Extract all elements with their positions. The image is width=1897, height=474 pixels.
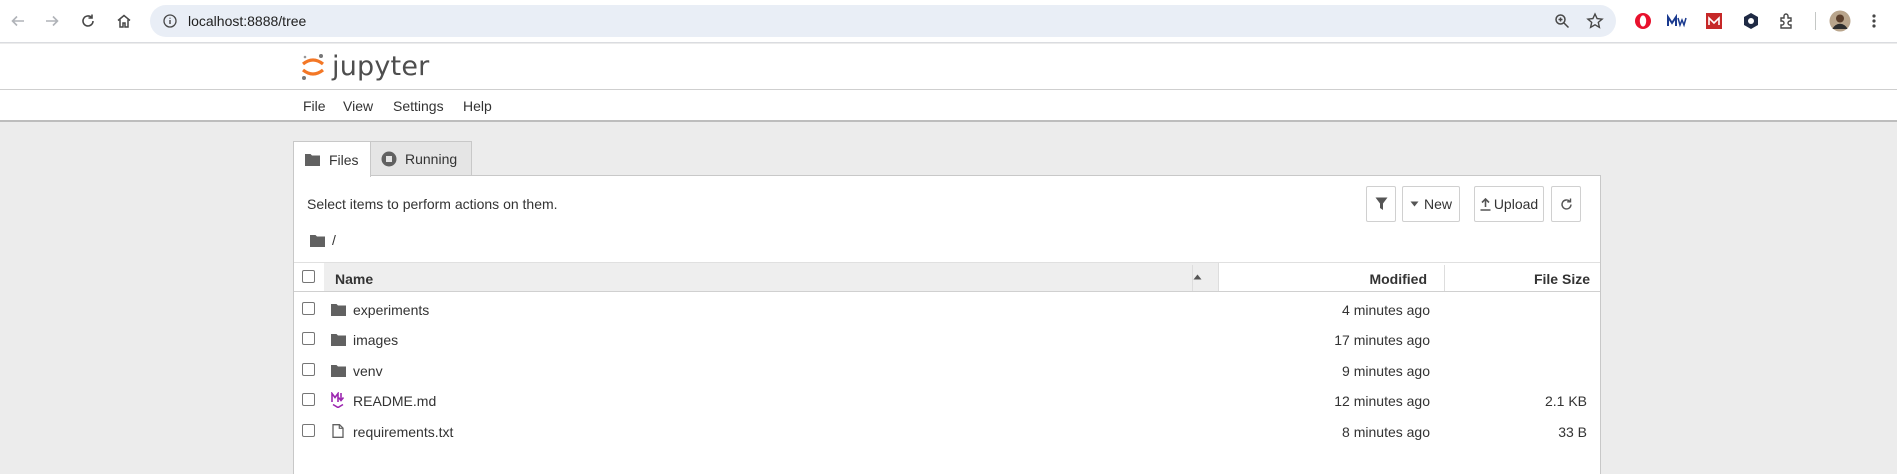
browser-toolbar: localhost:8888/tree [0, 0, 1897, 43]
refresh-button[interactable] [1551, 186, 1581, 222]
address-bar[interactable]: localhost:8888/tree [150, 5, 1616, 37]
list-item[interactable]: experiments 4 minutes ago [294, 294, 1600, 324]
zoom-icon[interactable] [1554, 13, 1570, 29]
refresh-icon [1560, 198, 1572, 210]
file-modified: 8 minutes ago [1342, 424, 1430, 440]
tab-running-label: Running [405, 151, 458, 167]
file-size: 33 B [1558, 424, 1587, 440]
column-resize-handle[interactable] [1444, 265, 1445, 291]
site-info-icon[interactable] [163, 14, 177, 28]
name-column-header[interactable]: Name [324, 263, 1219, 291]
file-list-header: Name Modified File Size [294, 262, 1600, 292]
list-item[interactable]: images 17 minutes ago [294, 324, 1600, 354]
bookmark-star-icon[interactable] [1586, 12, 1604, 30]
filter-icon [1375, 197, 1387, 210]
forward-button[interactable] [40, 9, 64, 33]
stop-circle-icon [381, 151, 397, 167]
markdown-icon [330, 392, 346, 408]
caret-down-icon [1410, 201, 1419, 207]
modified-column-header[interactable]: Modified [1369, 271, 1427, 287]
mw-extension-icon[interactable] [1666, 10, 1688, 32]
file-modified: 4 minutes ago [1342, 302, 1430, 318]
back-button[interactable] [6, 9, 30, 33]
file-name[interactable]: experiments [353, 302, 429, 318]
menu-settings[interactable]: Settings [393, 98, 444, 114]
upload-icon [1480, 197, 1491, 211]
filter-button[interactable] [1366, 186, 1396, 222]
size-column-header[interactable]: File Size [1534, 271, 1590, 287]
list-item[interactable]: requirements.txt 8 minutes ago 33 B [294, 416, 1600, 446]
column-resize-handle[interactable] [1192, 265, 1193, 291]
toolbar-divider [1815, 12, 1816, 30]
file-size: 2.1 KB [1544, 393, 1587, 409]
menu-file[interactable]: File [303, 98, 326, 114]
list-item[interactable]: venv 9 minutes ago [294, 355, 1600, 385]
url-text[interactable]: localhost:8888/tree [188, 13, 306, 29]
row-checkbox[interactable] [302, 302, 315, 315]
tab-files[interactable]: Files [293, 141, 371, 177]
reload-button[interactable] [76, 9, 100, 33]
new-button-label: New [1423, 196, 1452, 212]
red-grid-extension-icon[interactable] [1703, 10, 1725, 32]
back-arrow-icon [11, 15, 24, 27]
jupyter-logo-icon[interactable] [300, 52, 326, 82]
tab-files-label: Files [329, 151, 359, 168]
name-column-label: Name [335, 271, 374, 287]
row-checkbox[interactable] [302, 424, 315, 437]
home-folder-icon[interactable] [310, 234, 325, 247]
home-button[interactable] [112, 9, 136, 33]
text-file-icon [330, 424, 346, 438]
menu-help[interactable]: Help [463, 98, 492, 114]
list-item[interactable]: README.md 12 minutes ago 2.1 KB [294, 385, 1600, 415]
file-browser-panel: Select items to perform actions on them.… [293, 175, 1601, 474]
new-button[interactable]: New [1402, 186, 1460, 222]
select-all-checkbox[interactable] [302, 270, 315, 283]
profile-avatar[interactable] [1829, 10, 1851, 32]
folder-icon [330, 302, 346, 316]
extensions-puzzle-icon[interactable] [1776, 10, 1798, 32]
file-name[interactable]: venv [353, 363, 383, 379]
menu-bar: File View Settings Help [0, 90, 1897, 122]
file-name[interactable]: README.md [353, 393, 436, 409]
breadcrumb-root[interactable]: / [332, 232, 336, 248]
folder-icon [305, 154, 320, 166]
file-name[interactable]: images [353, 332, 398, 348]
forward-arrow-icon [46, 15, 59, 27]
folder-icon [330, 332, 346, 346]
row-checkbox[interactable] [302, 363, 315, 376]
home-icon [117, 14, 131, 28]
breadcrumb: / [310, 232, 336, 248]
folder-icon [330, 363, 346, 377]
reload-icon [82, 14, 94, 27]
file-modified: 12 minutes ago [1334, 393, 1430, 409]
file-modified: 17 minutes ago [1334, 332, 1430, 348]
selection-hint: Select items to perform actions on them. [307, 196, 558, 212]
tab-running[interactable]: Running [370, 141, 472, 176]
opera-extension-icon[interactable] [1632, 10, 1654, 32]
menu-view[interactable]: View [343, 98, 373, 114]
browser-menu-icon[interactable] [1863, 10, 1885, 32]
sort-ascending-icon [1193, 274, 1202, 280]
row-checkbox[interactable] [302, 332, 315, 345]
upload-button-label: Upload [1493, 196, 1539, 212]
jupyter-logo-text[interactable]: jupyter [332, 51, 429, 82]
file-name[interactable]: requirements.txt [353, 424, 453, 440]
row-checkbox[interactable] [302, 393, 315, 406]
file-modified: 9 minutes ago [1342, 363, 1430, 379]
upload-button[interactable]: Upload [1474, 186, 1544, 222]
jupyter-header: jupyter [0, 44, 1897, 90]
hexagon-extension-icon[interactable] [1740, 10, 1762, 32]
